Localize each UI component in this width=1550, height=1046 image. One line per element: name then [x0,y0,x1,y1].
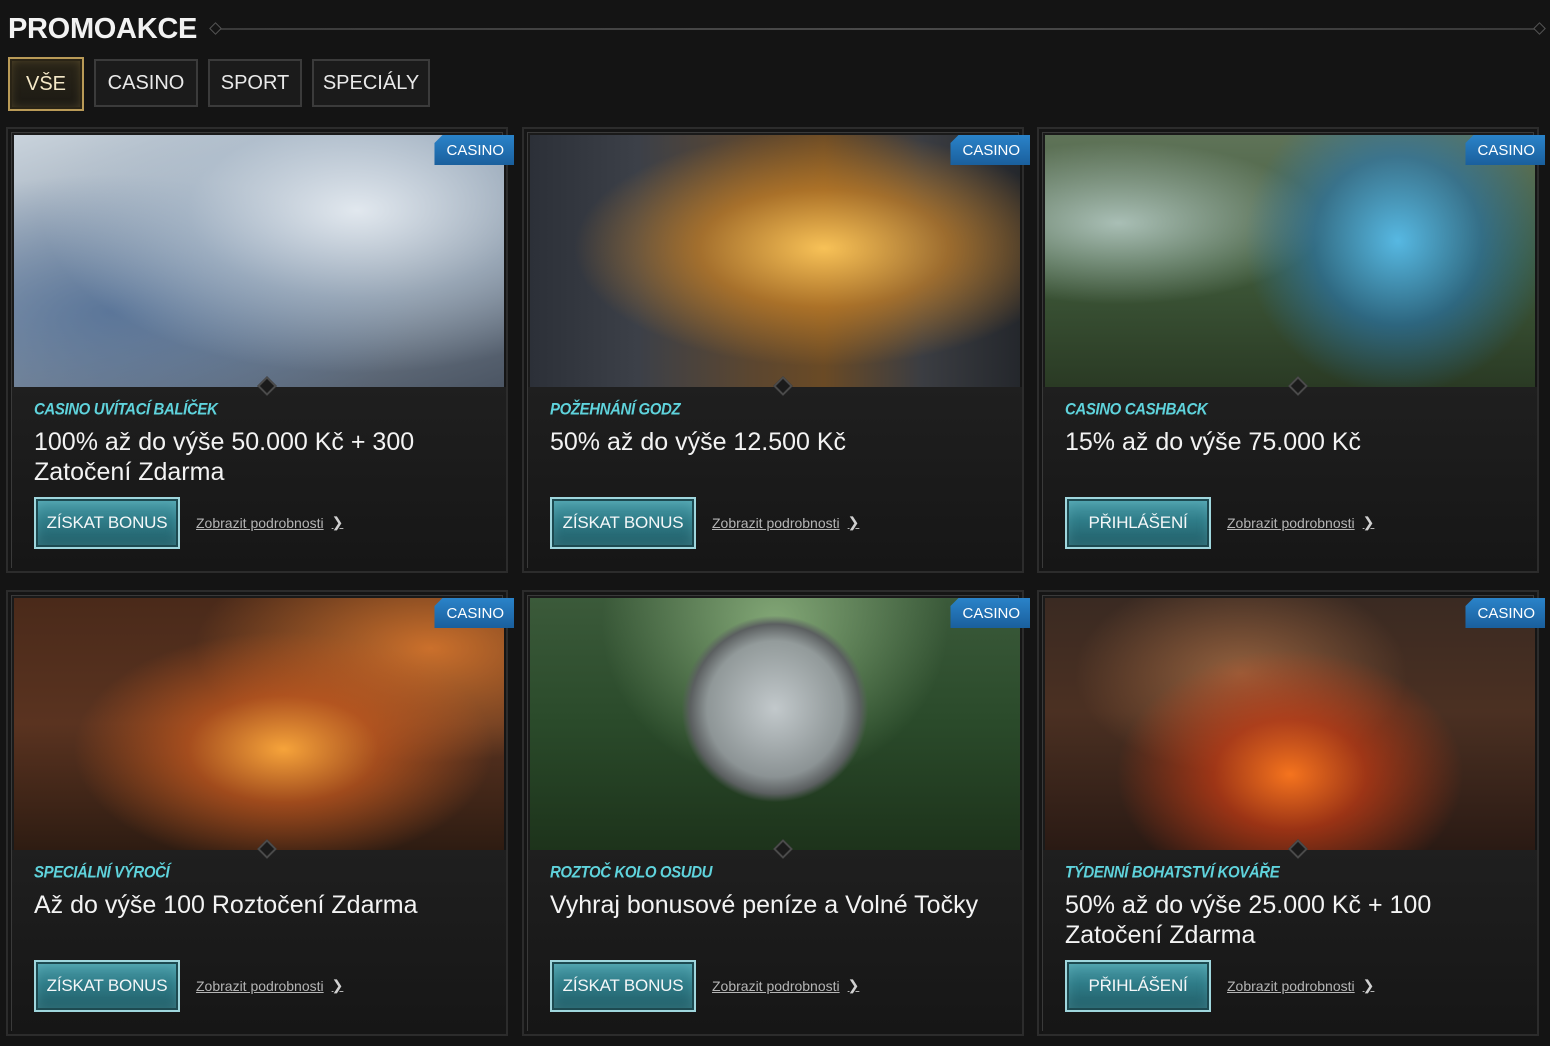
promo-card: CASINO SPECIÁLNÍ VÝROČÍ Až do výše 100 R… [6,590,514,1036]
category-badge: CASINO [1465,598,1545,628]
promo-image[interactable] [14,598,504,850]
tab-sport[interactable]: SPORT [208,59,302,107]
promo-body: ROZTOČ KOLO OSUDU Vyhraj bonusové peníze… [528,850,1022,1034]
promo-artwork [1045,135,1535,387]
promo-body: SPECIÁLNÍ VÝROČÍ Až do výše 100 Roztočen… [12,850,506,1034]
promo-category: ROZTOČ KOLO OSUDU [550,863,713,882]
chevron-right-icon: ❯ [331,977,344,993]
chevron-right-icon: ❯ [847,977,860,993]
promo-artwork [1045,598,1535,850]
promo-category: SPECIÁLNÍ VÝROČÍ [34,863,170,882]
category-badge: CASINO [1465,135,1545,165]
details-link[interactable]: Zobrazit podrobnosti ❯ [1227,514,1374,531]
promo-title: Až do výše 100 Roztočení Zdarma [34,891,418,919]
details-link[interactable]: Zobrazit podrobnosti ❯ [196,514,343,531]
details-link[interactable]: Zobrazit podrobnosti ❯ [196,977,343,994]
promo-card: CASINO CASINO UVÍTACÍ BALÍČEK 100% až do… [6,127,514,573]
claim-bonus-button[interactable]: ZÍSKAT BONUS [34,497,180,549]
claim-bonus-button[interactable]: ZÍSKAT BONUS [34,960,180,1012]
promo-card: CASINO POŽEHNÁNÍ GODZ 50% až do výše 12.… [522,127,1030,573]
promo-image[interactable] [530,598,1020,850]
details-link-label: Zobrazit podrobnosti [196,514,324,531]
details-link-label: Zobrazit podrobnosti [196,977,324,994]
promo-body: POŽEHNÁNÍ GODZ 50% až do výše 12.500 Kč … [528,387,1022,571]
promo-category: CASINO CASHBACK [1065,400,1208,419]
details-link-label: Zobrazit podrobnosti [1227,977,1355,994]
promo-category: POŽEHNÁNÍ GODZ [550,400,681,419]
promo-title: 50% až do výše 12.500 Kč [550,428,847,456]
chevron-right-icon: ❯ [847,514,860,530]
promo-card: CASINO TÝDENNÍ BOHATSTVÍ KOVÁŘE 50% až d… [1037,590,1545,1036]
category-badge: CASINO [950,135,1030,165]
details-link-label: Zobrazit podrobnosti [1227,514,1355,531]
details-link-label: Zobrazit podrobnosti [712,514,840,531]
filter-tabs: VŠE CASINO SPORT SPECIÁLY [8,57,430,111]
title-divider [213,28,1542,30]
promo-title: 100% až do výše 50.000 Kč + 300 Zatočení… [34,428,415,486]
chevron-right-icon: ❯ [1362,977,1375,993]
promo-card: CASINO CASINO CASHBACK 15% až do výše 75… [1037,127,1545,573]
details-link[interactable]: Zobrazit podrobnosti ❯ [1227,977,1374,994]
promo-body: TÝDENNÍ BOHATSTVÍ KOVÁŘE 50% až do výše … [1043,850,1537,1034]
promo-image[interactable] [530,135,1020,387]
promo-title: Vyhraj bonusové peníze a Volné Točky [550,891,979,919]
page-header: PROMOAKCE [8,10,1542,48]
promo-image[interactable] [14,135,504,387]
chevron-right-icon: ❯ [331,514,344,530]
promo-title: 50% až do výše 25.000 Kč + 100 Zatočení … [1065,891,1432,949]
category-badge: CASINO [950,598,1030,628]
promo-category: CASINO UVÍTACÍ BALÍČEK [34,400,218,419]
promo-artwork [530,598,1020,850]
promo-body: CASINO CASHBACK 15% až do výše 75.000 Kč… [1043,387,1537,571]
promo-image[interactable] [1045,135,1535,387]
chevron-right-icon: ❯ [1362,514,1375,530]
tab-all[interactable]: VŠE [8,57,84,111]
category-badge: CASINO [434,135,514,165]
category-badge: CASINO [434,598,514,628]
promo-artwork [14,598,504,850]
tab-casino[interactable]: CASINO [94,59,198,107]
promo-artwork [530,135,1020,387]
promo-title: 15% až do výše 75.000 Kč [1065,428,1362,456]
promo-body: CASINO UVÍTACÍ BALÍČEK 100% až do výše 5… [12,387,506,571]
promo-card: CASINO ROZTOČ KOLO OSUDU Vyhraj bonusové… [522,590,1030,1036]
details-link[interactable]: Zobrazit podrobnosti ❯ [712,977,859,994]
login-button[interactable]: PŘIHLÁŠENÍ [1065,497,1211,549]
details-link-label: Zobrazit podrobnosti [712,977,840,994]
promo-artwork [14,135,504,387]
claim-bonus-button[interactable]: ZÍSKAT BONUS [550,960,696,1012]
claim-bonus-button[interactable]: ZÍSKAT BONUS [550,497,696,549]
login-button[interactable]: PŘIHLÁŠENÍ [1065,960,1211,1012]
promo-image[interactable] [1045,598,1535,850]
tab-specials[interactable]: SPECIÁLY [312,59,430,107]
details-link[interactable]: Zobrazit podrobnosti ❯ [712,514,859,531]
promo-category: TÝDENNÍ BOHATSTVÍ KOVÁŘE [1065,863,1280,882]
page-title: PROMOAKCE [8,12,198,45]
